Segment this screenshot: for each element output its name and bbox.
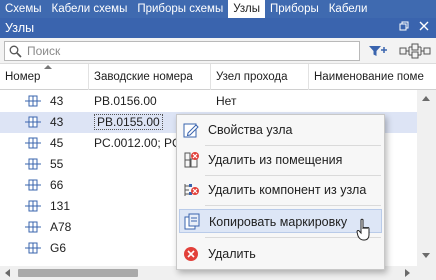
cell-number[interactable]: 66 xyxy=(0,175,89,196)
menu-item-remove-from-room[interactable]: Удалить из помещения xyxy=(179,148,382,172)
cell-number[interactable]: 55 xyxy=(0,154,89,175)
column-header-pass-node[interactable]: Узел прохода xyxy=(211,64,309,90)
edit-properties-icon xyxy=(183,123,199,138)
panel-titlebar: Узлы xyxy=(0,18,436,38)
scroll-right-icon[interactable] xyxy=(405,269,410,277)
tab-scheme-cables[interactable]: Кабели схемы xyxy=(47,0,133,18)
column-header-room[interactable]: Наименование поме xyxy=(309,64,436,90)
menu-separator xyxy=(205,237,381,238)
tab-scheme-devices[interactable]: Приборы схемы xyxy=(132,0,228,18)
tab-cables[interactable]: Кабели xyxy=(324,0,373,18)
column-header-serial[interactable]: Заводские номера xyxy=(89,64,211,90)
pin-icon[interactable] xyxy=(396,18,412,38)
sort-asc-icon xyxy=(44,65,52,69)
search-input[interactable]: Поиск xyxy=(4,41,360,61)
cell-number[interactable]: 131 xyxy=(0,196,89,217)
cell-number[interactable]: 43 xyxy=(0,112,89,133)
tab-schemes[interactable]: Схемы xyxy=(0,0,47,18)
vertical-scrollbar[interactable] xyxy=(417,90,436,266)
menu-item-copy-marking[interactable]: Копировать маркировку xyxy=(179,209,382,233)
menu-separator xyxy=(205,175,381,176)
search-placeholder: Поиск xyxy=(27,44,61,58)
delete-icon xyxy=(184,247,198,261)
menu-separator xyxy=(205,145,381,146)
scroll-up-icon[interactable] xyxy=(422,96,430,101)
table-row[interactable]: 43 PB.0156.00 Нет xyxy=(0,91,436,112)
close-icon[interactable] xyxy=(416,18,432,38)
menu-item-delete[interactable]: Удалить xyxy=(179,242,382,266)
node-diagram-icon[interactable] xyxy=(398,41,432,61)
scroll-left-icon[interactable] xyxy=(5,269,10,277)
remove-component-icon xyxy=(184,184,199,196)
grid-header: Номер Заводские номера Узел прохода Наим… xyxy=(0,64,436,90)
menu-separator xyxy=(205,205,381,206)
tab-nodes[interactable]: Узлы xyxy=(228,0,265,18)
scroll-down-icon[interactable] xyxy=(422,253,430,258)
mouse-cursor-icon xyxy=(356,218,370,241)
column-header-number[interactable]: Номер xyxy=(0,64,89,90)
tab-devices[interactable]: Приборы xyxy=(265,0,324,18)
cell-serial[interactable]: PB.0156.00 xyxy=(89,91,211,112)
cell-number[interactable]: G6 xyxy=(0,238,89,259)
copy-marking-icon xyxy=(184,213,200,230)
tab-strip: Схемы Кабели схемы Приборы схемы Узлы Пр… xyxy=(0,0,436,18)
search-row: Поиск xyxy=(0,38,436,64)
panel-title: Узлы xyxy=(5,21,35,35)
filter-add-icon[interactable] xyxy=(364,41,392,61)
cell-number[interactable]: 45 xyxy=(0,133,89,154)
cell-number[interactable]: A78 xyxy=(0,217,89,238)
search-icon xyxy=(9,45,22,58)
menu-item-remove-component[interactable]: Удалить компонент из узла xyxy=(179,178,382,202)
context-menu: Свойства узла Удалить из помещения Удали… xyxy=(176,114,385,270)
menu-item-node-properties[interactable]: Свойства узла xyxy=(179,118,382,142)
cell-pass-node[interactable]: Нет xyxy=(211,91,309,112)
cell-room[interactable] xyxy=(309,91,417,112)
cell-number[interactable]: 43 xyxy=(0,91,89,112)
remove-from-room-icon xyxy=(184,152,199,168)
horizontal-scroll-thumb[interactable] xyxy=(18,269,138,277)
